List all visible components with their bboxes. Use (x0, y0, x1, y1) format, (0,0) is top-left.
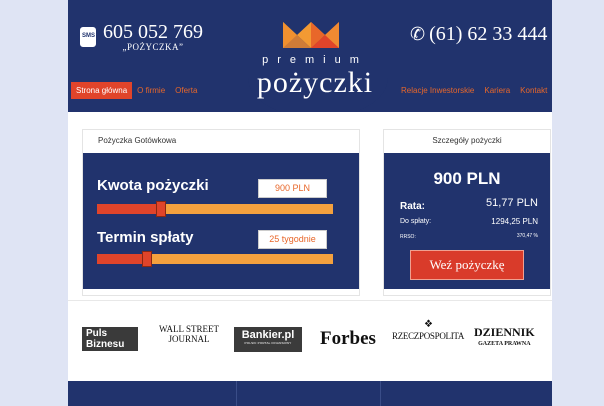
term-value-box[interactable]: 25 tygodnie (258, 230, 327, 249)
brand-premium: premium (262, 54, 368, 66)
nav-careers[interactable]: Kariera (479, 82, 515, 99)
sms-phone-keyword: „POŻYCZKA” (122, 42, 184, 52)
loan-calculator-panel: Kwota pożyczki 900 PLN Termin spłaty 25 … (83, 153, 359, 289)
nav-contact[interactable]: Kontakt (515, 82, 552, 99)
amount-value-box[interactable]: 900 PLN (258, 179, 327, 198)
rate-value: 51,77 PLN (486, 197, 538, 209)
wall-street-journal-logo[interactable]: WALL STREET JOURNAL (159, 324, 219, 344)
loan-details-title: Szczegóły pożyczki (432, 136, 502, 145)
phone-number[interactable]: (61) 62 33 444 (429, 23, 547, 46)
bankier-logo[interactable]: Bankier.pl POLSKI PORTAL FINANSOWY (234, 327, 302, 352)
nav-home[interactable]: Strona główna (71, 82, 133, 99)
rzeczpospolita-logo[interactable]: ❖ RZECZPOSPOLITA (392, 319, 464, 341)
amount-slider-fill (97, 204, 161, 214)
term-slider-fill (97, 254, 147, 264)
amount-slider-handle[interactable] (155, 201, 166, 217)
loan-calculator-title: Pożyczka Gotówkowa (98, 136, 177, 145)
footer-divider (380, 381, 381, 406)
loan-details-card: Szczegóły pożyczki 900 PLN Rata: 51,77 P… (383, 129, 551, 296)
footer-divider (236, 381, 237, 406)
loan-calculator-card: Pożyczka Gotówkowa Kwota pożyczki 900 PL… (82, 129, 360, 296)
repay-label: Do spłaty: (400, 218, 432, 225)
forbes-logo[interactable]: Forbes (320, 328, 376, 350)
sms-phone-icon: SMS (80, 27, 96, 47)
repay-value: 1294,25 PLN (491, 217, 538, 226)
eagle-icon: ❖ (424, 319, 433, 330)
dziennik-gazeta-prawna-logo[interactable]: DZIENNIK GAZETA PRAWNA (474, 326, 535, 350)
sms-contact: SMS 605 052 769 „POŻYCZKA” (80, 22, 203, 52)
take-loan-button[interactable]: Weź pożyczkę (410, 250, 524, 280)
amount-label: Kwota pożyczki (97, 177, 209, 194)
loan-details-panel: 900 PLN Rata: 51,77 PLN Do spłaty: 1294,… (384, 153, 550, 289)
details-amount: 900 PLN (433, 169, 501, 188)
sms-phone-number[interactable]: 605 052 769 (103, 22, 203, 42)
phone-icon: ✆ (410, 24, 426, 44)
nav-about[interactable]: O firmie (132, 82, 170, 99)
press-logos-strip: Puls Biznesu WALL STREET JOURNAL Bankier… (68, 300, 552, 381)
main-nav-left: Strona główna O firmie Oferta (71, 82, 202, 99)
nav-investor-relations[interactable]: Relacje Inwestorskie (396, 82, 479, 99)
main-nav-right: Relacje Inwestorskie Kariera Kontakt (396, 82, 552, 99)
term-slider[interactable] (97, 251, 333, 267)
footer-band (68, 381, 552, 406)
rrso-label: RRSO: (400, 234, 416, 240)
nav-offer[interactable]: Oferta (170, 82, 202, 99)
amount-slider[interactable] (97, 201, 333, 217)
rrso-value: 370,47 % (516, 233, 538, 239)
term-label: Termin spłaty (97, 229, 194, 246)
crown-logo-icon (283, 22, 339, 48)
phone-contact: ✆ (61) 62 33 444 (410, 23, 547, 46)
puls-biznesu-logo[interactable]: Puls Biznesu (82, 327, 138, 351)
brand-pozyczki[interactable]: pożyczki (250, 66, 380, 100)
term-slider-handle[interactable] (141, 251, 152, 267)
rate-label: Rata: (400, 201, 426, 212)
